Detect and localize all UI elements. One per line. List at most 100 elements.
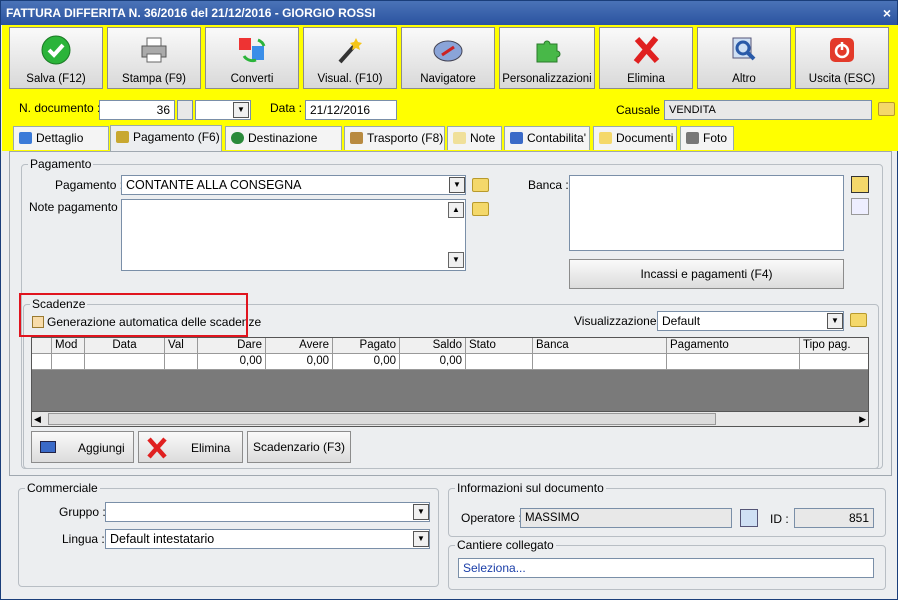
- scroll-up-icon[interactable]: ▲: [448, 202, 464, 218]
- box-icon: [350, 132, 363, 144]
- col-avere[interactable]: Avere: [266, 338, 333, 354]
- data-field[interactable]: 21/12/2016: [305, 100, 397, 120]
- cell-tipo-pag: [800, 354, 868, 370]
- col-val[interactable]: Val: [165, 338, 198, 354]
- money-icon: [116, 131, 129, 143]
- tab-pagamento[interactable]: Pagamento (F6): [110, 125, 222, 151]
- add-button[interactable]: Aggiungi: [31, 431, 134, 463]
- row-selector: [32, 354, 52, 370]
- banca-field[interactable]: [569, 175, 844, 251]
- visualizzazione-label: Visualizzazione :: [574, 314, 664, 328]
- ndoc-label: N. documento :: [19, 101, 101, 115]
- highlight-box: [19, 293, 248, 337]
- chevron-down-icon[interactable]: ▼: [449, 177, 465, 193]
- lingua-label: Lingua :: [62, 532, 105, 546]
- col-pagamento[interactable]: Pagamento: [667, 338, 800, 354]
- visualizzazione-select[interactable]: Default: [657, 311, 844, 331]
- calendar-icon: [19, 132, 32, 144]
- cell-banca: [533, 354, 667, 370]
- convert-label: Converti: [230, 73, 274, 85]
- convert-button[interactable]: Converti: [205, 27, 299, 89]
- horizontal-scrollbar[interactable]: ◀ ▶: [31, 411, 869, 427]
- magnifier-icon[interactable]: [740, 509, 758, 527]
- scadenzario-button[interactable]: Scadenzario (F3): [247, 431, 351, 463]
- col-tipo-pag[interactable]: Tipo pag.: [800, 338, 868, 354]
- col-pagato[interactable]: Pagato: [333, 338, 400, 354]
- red-x-icon: [147, 437, 167, 459]
- scroll-right-icon[interactable]: ▶: [859, 414, 866, 425]
- chevron-down-icon[interactable]: ▼: [827, 313, 843, 329]
- pagamento-select[interactable]: CONTANTE ALLA CONSEGNA: [121, 175, 466, 195]
- ndoc-suffix-button[interactable]: [177, 100, 193, 120]
- folder-icon[interactable]: [472, 178, 489, 192]
- col-saldo[interactable]: Saldo: [400, 338, 466, 354]
- save-button[interactable]: Salva (F12): [9, 27, 103, 89]
- close-icon[interactable]: ×: [883, 1, 891, 25]
- save-label: Salva (F12): [26, 73, 86, 85]
- cell-val: [165, 354, 198, 370]
- info-legend: Informazioni sul documento: [457, 481, 604, 495]
- select-bank-icon[interactable]: [851, 176, 869, 193]
- gruppo-select[interactable]: [105, 502, 430, 522]
- window-title: FATTURA DIFFERITA N. 36/2016 del 21/12/2…: [6, 6, 376, 20]
- navigator-button[interactable]: Navigatore: [401, 27, 495, 89]
- ndoc-series-select[interactable]: ▼: [195, 100, 251, 120]
- table-header: Mod Data Val Dare Avere Pagato Saldo Sta…: [32, 338, 868, 354]
- preview-label: Visual. (F10): [317, 73, 383, 85]
- col-dare[interactable]: Dare: [198, 338, 266, 354]
- preview-button[interactable]: Visual. (F10): [303, 27, 397, 89]
- totals-row: 0,00 0,00 0,00 0,00: [32, 354, 868, 370]
- scroll-thumb[interactable]: [48, 413, 716, 425]
- tab-destinazione[interactable]: Destinazione (F7): [225, 126, 342, 167]
- incassi-button[interactable]: Incassi e pagamenti (F4): [569, 259, 844, 289]
- window: FATTURA DIFFERITA N. 36/2016 del 21/12/2…: [0, 0, 898, 600]
- other-button[interactable]: Altro: [697, 27, 791, 89]
- delete-row-label: Elimina: [191, 441, 231, 455]
- print-button[interactable]: Stampa (F9): [107, 27, 201, 89]
- col-data[interactable]: Data: [85, 338, 165, 354]
- exit-button[interactable]: Uscita (ESC): [795, 27, 889, 89]
- note-pagamento-textarea[interactable]: ▲ ▼: [121, 199, 466, 271]
- causale-field[interactable]: VENDITA: [664, 100, 872, 120]
- chevron-down-icon[interactable]: ▼: [413, 531, 429, 547]
- causale-label: Causale :: [616, 103, 667, 117]
- col-stato[interactable]: Stato: [466, 338, 533, 354]
- tab-documenti[interactable]: Documenti: [593, 126, 677, 150]
- tab-label: Trasporto (F8): [367, 131, 444, 145]
- folder-icon[interactable]: [472, 202, 489, 216]
- operatore-field[interactable]: MASSIMO: [520, 508, 732, 528]
- col-mod[interactable]: Mod: [52, 338, 85, 354]
- edit-icon[interactable]: [851, 198, 869, 215]
- scroll-down-icon[interactable]: ▼: [448, 252, 464, 268]
- delete-label: Elimina: [627, 73, 665, 85]
- col-banca[interactable]: Banca: [533, 338, 667, 354]
- id-label: ID :: [770, 512, 789, 526]
- delete-button[interactable]: Elimina: [599, 27, 693, 89]
- tab-foto[interactable]: Foto: [680, 126, 734, 150]
- cell-mod: [52, 354, 85, 370]
- customize-label: Personalizzazioni: [502, 73, 592, 85]
- tab-trasporto[interactable]: Trasporto (F8): [344, 126, 445, 150]
- puzzle-icon: [536, 40, 561, 63]
- scroll-left-icon[interactable]: ◀: [34, 414, 41, 425]
- folder-icon[interactable]: [850, 313, 867, 327]
- data-label: Data :: [270, 101, 303, 115]
- exit-label: Uscita (ESC): [808, 73, 876, 85]
- customize-button[interactable]: Personalizzazioni: [499, 27, 595, 89]
- tab-dettaglio[interactable]: Dettaglio (F5): [13, 126, 109, 167]
- chevron-down-icon[interactable]: ▼: [413, 504, 429, 520]
- tab-contabilita[interactable]: Contabilita': [504, 126, 590, 150]
- lingua-select[interactable]: Default intestatario: [105, 529, 430, 549]
- delete-row-button[interactable]: Elimina: [138, 431, 243, 463]
- compass-icon: [433, 40, 463, 62]
- cantiere-field[interactable]: Seleziona...: [458, 558, 874, 578]
- note-icon: [453, 132, 466, 144]
- printer-icon: [141, 37, 167, 63]
- folder-icon[interactable]: [878, 102, 895, 116]
- chevron-down-icon[interactable]: ▼: [233, 102, 249, 118]
- ndoc-field[interactable]: 36: [99, 100, 175, 120]
- cell-stato: [466, 354, 533, 370]
- tab-label: Contabilita': [527, 131, 586, 145]
- tab-note[interactable]: Note: [447, 126, 502, 150]
- globe-icon: [231, 132, 244, 144]
